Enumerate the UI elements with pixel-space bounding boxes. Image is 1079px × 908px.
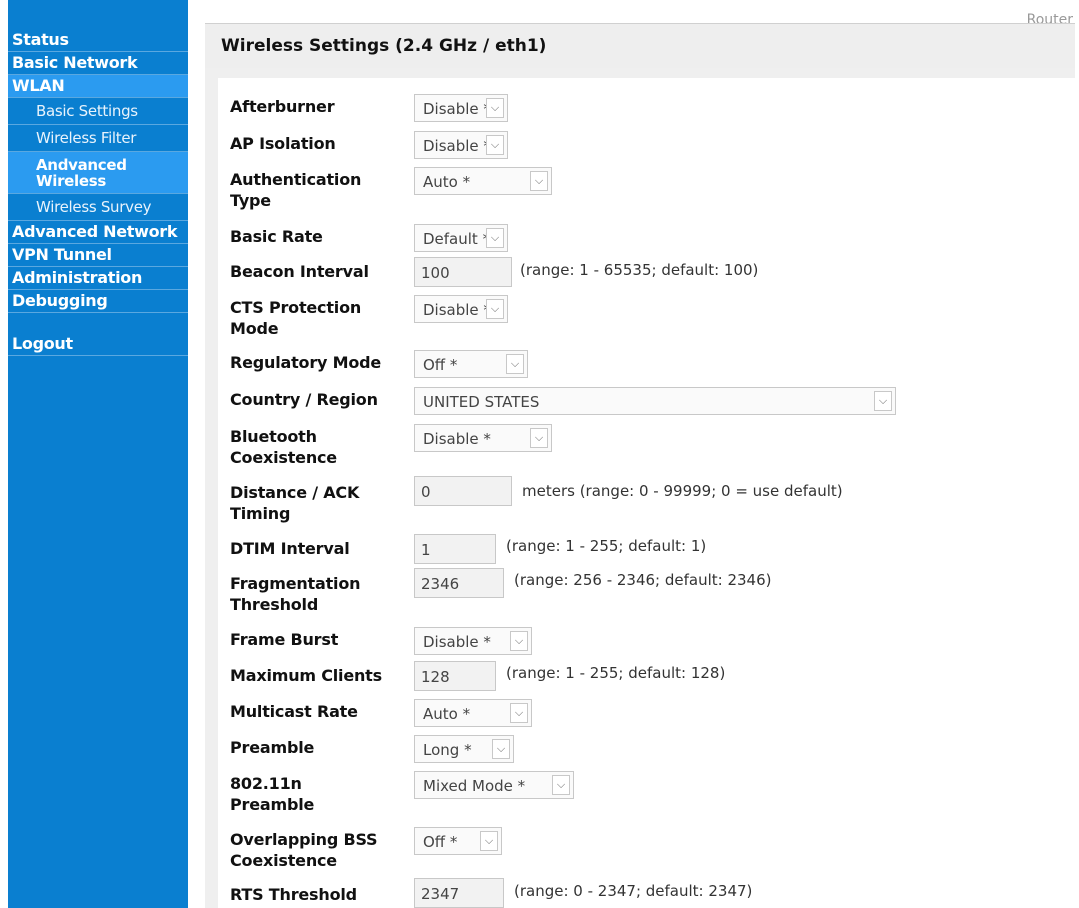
sidebar-subitem-wireless-survey[interactable]: Wireless Survey bbox=[8, 194, 188, 221]
chevron-down-icon: ⌵ bbox=[486, 228, 504, 248]
label-multicast-rate: Multicast Rate bbox=[230, 702, 358, 721]
n-preamble-select[interactable]: Mixed Mode * ⌵ bbox=[414, 771, 574, 799]
label-regulatory-mode: Regulatory Mode bbox=[230, 353, 382, 372]
label-distance-ack: Distance / ACK Timing bbox=[230, 483, 360, 523]
label-obss-coexistence: Overlapping BSS Coexistence bbox=[230, 830, 378, 870]
chevron-down-icon: ⌵ bbox=[552, 775, 570, 795]
chevron-down-icon: ⌵ bbox=[874, 391, 892, 411]
label-basic-rate: Basic Rate bbox=[230, 227, 323, 246]
country-region-select[interactable]: UNITED STATES ⌵ bbox=[414, 387, 896, 415]
multicast-rate-value: Auto * bbox=[423, 705, 471, 723]
preamble-select[interactable]: Long * ⌵ bbox=[414, 735, 514, 763]
distance-ack-hint: meters (range: 0 - 99999; 0 = use defaul… bbox=[522, 482, 843, 500]
chevron-down-icon: ⌵ bbox=[492, 739, 510, 759]
obss-coexistence-select[interactable]: Off * ⌵ bbox=[414, 827, 502, 855]
sidebar: Status Basic Network WLAN Basic Settings… bbox=[8, 0, 188, 908]
label-cts-protection: CTS Protection Mode bbox=[230, 298, 362, 338]
beacon-interval-hint: (range: 1 - 65535; default: 100) bbox=[520, 261, 759, 279]
ap-isolation-select[interactable]: Disable * ⌵ bbox=[414, 131, 508, 159]
sidebar-subitem-advanced-wireless[interactable]: Andvanced Wireless bbox=[8, 152, 188, 194]
label-max-clients: Maximum Clients bbox=[230, 666, 382, 685]
multicast-rate-select[interactable]: Auto * ⌵ bbox=[414, 699, 532, 727]
chevron-down-icon: ⌵ bbox=[486, 98, 504, 118]
chevron-down-icon: ⌵ bbox=[506, 354, 524, 374]
distance-ack-input[interactable]: 0 bbox=[414, 476, 512, 506]
chevron-down-icon: ⌵ bbox=[530, 428, 548, 448]
label-dtim-interval: DTIM Interval bbox=[230, 539, 350, 558]
label-bt-coexistence: Bluetooth Coexistence bbox=[230, 427, 337, 467]
label-rts-threshold: RTS Threshold bbox=[230, 885, 357, 904]
dtim-interval-input[interactable]: 1 bbox=[414, 534, 496, 564]
sidebar-item-basic-network[interactable]: Basic Network bbox=[8, 52, 188, 75]
chevron-down-icon: ⌵ bbox=[510, 631, 528, 651]
sidebar-item-administration[interactable]: Administration bbox=[8, 267, 188, 290]
page-title: Wireless Settings (2.4 GHz / eth1) bbox=[221, 36, 547, 56]
frame-burst-select[interactable]: Disable * ⌵ bbox=[414, 627, 532, 655]
label-auth-type: Authentication Type bbox=[230, 170, 362, 210]
label-frame-burst: Frame Burst bbox=[230, 630, 339, 649]
frame-burst-value: Disable * bbox=[423, 633, 491, 651]
sidebar-item-wlan[interactable]: WLAN bbox=[8, 75, 188, 98]
ap-isolation-value: Disable * bbox=[423, 137, 491, 155]
frag-threshold-hint: (range: 256 - 2346; default: 2346) bbox=[514, 571, 772, 589]
bt-coexistence-value: Disable * bbox=[423, 430, 491, 448]
basic-rate-select[interactable]: Default * ⌵ bbox=[414, 224, 508, 252]
rts-threshold-hint: (range: 0 - 2347; default: 2347) bbox=[514, 882, 753, 900]
label-beacon-interval: Beacon Interval bbox=[230, 262, 369, 281]
sidebar-item-logout[interactable]: Logout bbox=[8, 333, 188, 356]
afterburner-value: Disable * bbox=[423, 100, 491, 118]
panel-header: Wireless Settings (2.4 GHz / eth1) bbox=[205, 23, 1075, 68]
label-afterburner: Afterburner bbox=[230, 97, 335, 116]
label-frag-threshold: Fragmentation Threshold bbox=[230, 574, 361, 614]
chevron-down-icon: ⌵ bbox=[486, 135, 504, 155]
chevron-down-icon: ⌵ bbox=[480, 831, 498, 851]
max-clients-hint: (range: 1 - 255; default: 128) bbox=[506, 664, 726, 682]
label-ap-isolation: AP Isolation bbox=[230, 134, 336, 153]
afterburner-select[interactable]: Disable * ⌵ bbox=[414, 94, 508, 122]
chevron-down-icon: ⌵ bbox=[510, 703, 528, 723]
sidebar-subitem-wireless-filter[interactable]: Wireless Filter bbox=[8, 125, 188, 152]
max-clients-input[interactable]: 128 bbox=[414, 661, 496, 691]
dtim-interval-hint: (range: 1 - 255; default: 1) bbox=[506, 537, 707, 555]
beacon-interval-input[interactable]: 100 bbox=[414, 257, 512, 287]
chevron-down-icon: ⌵ bbox=[486, 299, 504, 319]
country-region-value: UNITED STATES bbox=[423, 393, 540, 411]
sidebar-item-debugging[interactable]: Debugging bbox=[8, 290, 188, 313]
sidebar-item-vpn-tunnel[interactable]: VPN Tunnel bbox=[8, 244, 188, 267]
n-preamble-value: Mixed Mode * bbox=[423, 777, 526, 795]
sidebar-item-status[interactable]: Status bbox=[8, 29, 188, 52]
chevron-down-icon: ⌵ bbox=[530, 171, 548, 191]
label-n-preamble: 802.11n Preamble bbox=[230, 774, 315, 814]
regulatory-mode-select[interactable]: Off * ⌵ bbox=[414, 350, 528, 378]
obss-coexistence-value: Off * bbox=[423, 833, 458, 851]
regulatory-mode-value: Off * bbox=[423, 356, 458, 374]
rts-threshold-input[interactable]: 2347 bbox=[414, 878, 504, 908]
sidebar-subitem-basic-settings[interactable]: Basic Settings bbox=[8, 98, 188, 125]
bt-coexistence-select[interactable]: Disable * ⌵ bbox=[414, 424, 552, 452]
preamble-value: Long * bbox=[423, 741, 472, 759]
frag-threshold-input[interactable]: 2346 bbox=[414, 568, 504, 598]
label-country-region: Country / Region bbox=[230, 390, 378, 409]
auth-type-select[interactable]: Auto * ⌵ bbox=[414, 167, 552, 195]
cts-protection-value: Disable * bbox=[423, 301, 491, 319]
label-preamble: Preamble bbox=[230, 738, 315, 757]
basic-rate-value: Default * bbox=[423, 230, 491, 248]
auth-type-value: Auto * bbox=[423, 173, 471, 191]
sidebar-item-advanced-network[interactable]: Advanced Network bbox=[8, 221, 188, 244]
cts-protection-select[interactable]: Disable * ⌵ bbox=[414, 295, 508, 323]
